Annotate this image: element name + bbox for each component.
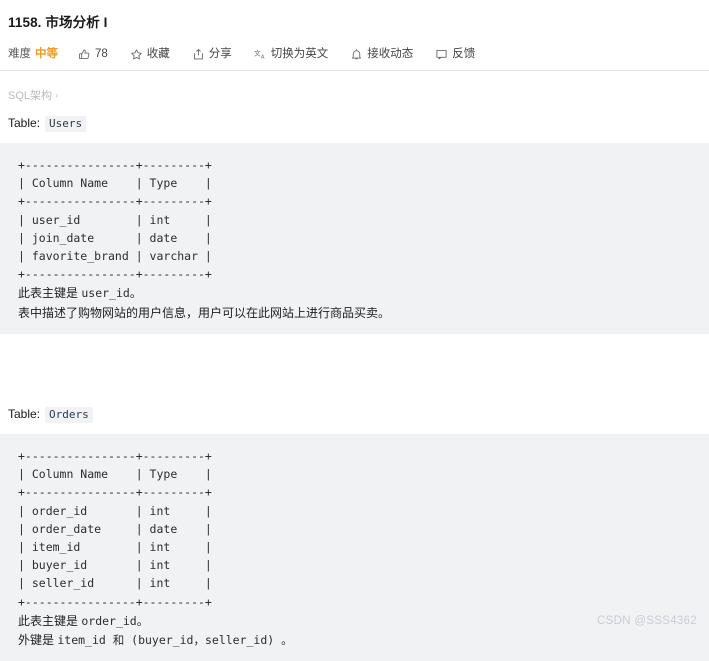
table-label-users: Table: Users [0,103,709,133]
table-prefix: Table: [8,116,41,131]
translate-label: 切换为英文 [270,48,329,61]
table-name: Orders [45,406,93,423]
watermark: CSDN @SSS4362 [597,615,697,628]
subscribe-label: 接收动态 [367,48,414,61]
breadcrumb-item-sql-schema[interactable]: SQL架构 [8,87,52,103]
difficulty-label: 难度 [8,48,31,61]
svg-text:文: 文 [254,48,261,57]
note-code: item_id [57,632,106,647]
note-orders-foreign-key: 外键是 item_id 和 (buyer_id，seller_id) 。 [0,630,709,649]
feedback-label: 反馈 [452,48,476,61]
star-icon [130,48,143,61]
note-prefix: 表中描述了购物网站的用户信息，用户可以在此网站上进行商品买卖。 [18,305,391,320]
table-prefix: Table: [8,406,41,421]
note-code: user_id [81,286,130,301]
note-suffix: 和 (buyer_id，seller_id) 。 [105,632,293,647]
article-toolbar: 难度 中等 78 收藏 分享 文 A 切换为英文 接收动态 反馈 [0,41,709,68]
page-title: 1158. 市场分析 I [8,15,108,31]
ascii-table-orders: +----------------+---------+ | Column Na… [18,448,212,609]
translate-button[interactable]: 文 A 切换为英文 [254,47,329,61]
favorite-label: 收藏 [146,48,170,61]
feedback-button[interactable]: 反馈 [435,47,475,61]
breadcrumb[interactable]: SQL架构 › [0,71,709,103]
chevron-right-icon: › [55,90,59,101]
difficulty-indicator: 难度 中等 [8,47,58,61]
ascii-table-users: +----------------+---------+ | Column Na… [18,158,212,282]
share-label: 分享 [208,48,232,61]
note-users-description: 表中描述了购物网站的用户信息，用户可以在此网站上进行商品买卖。 [0,303,709,322]
share-icon [192,48,205,61]
thumbs-up-icon [78,48,91,61]
svg-text:A: A [261,54,265,60]
subscribe-button[interactable]: 接收动态 [350,47,413,61]
feedback-icon [435,48,448,61]
bell-icon [350,48,363,61]
share-button[interactable]: 分享 [192,47,232,61]
translate-icon: 文 A [254,48,267,61]
page-root: 1158. 市场分析 I 难度 中等 78 收藏 分享 文 A 切换为英文 接收… [0,9,709,661]
code-block-users: +----------------+---------+ | Column Na… [0,143,709,334]
difficulty-value: 中等 [35,48,58,61]
note-suffix: 。 [129,286,142,301]
table-name: Users [45,116,87,133]
table-label-orders: Table: Orders [0,394,709,423]
like-button[interactable]: 78 [78,47,108,61]
note-prefix: 外键是 [18,632,58,647]
favorite-button[interactable]: 收藏 [130,47,170,61]
note-prefix: 此表主键是 [18,286,82,301]
like-count: 78 [95,48,108,61]
note-users-primary-key: 此表主键是 user_id。 [0,283,709,302]
